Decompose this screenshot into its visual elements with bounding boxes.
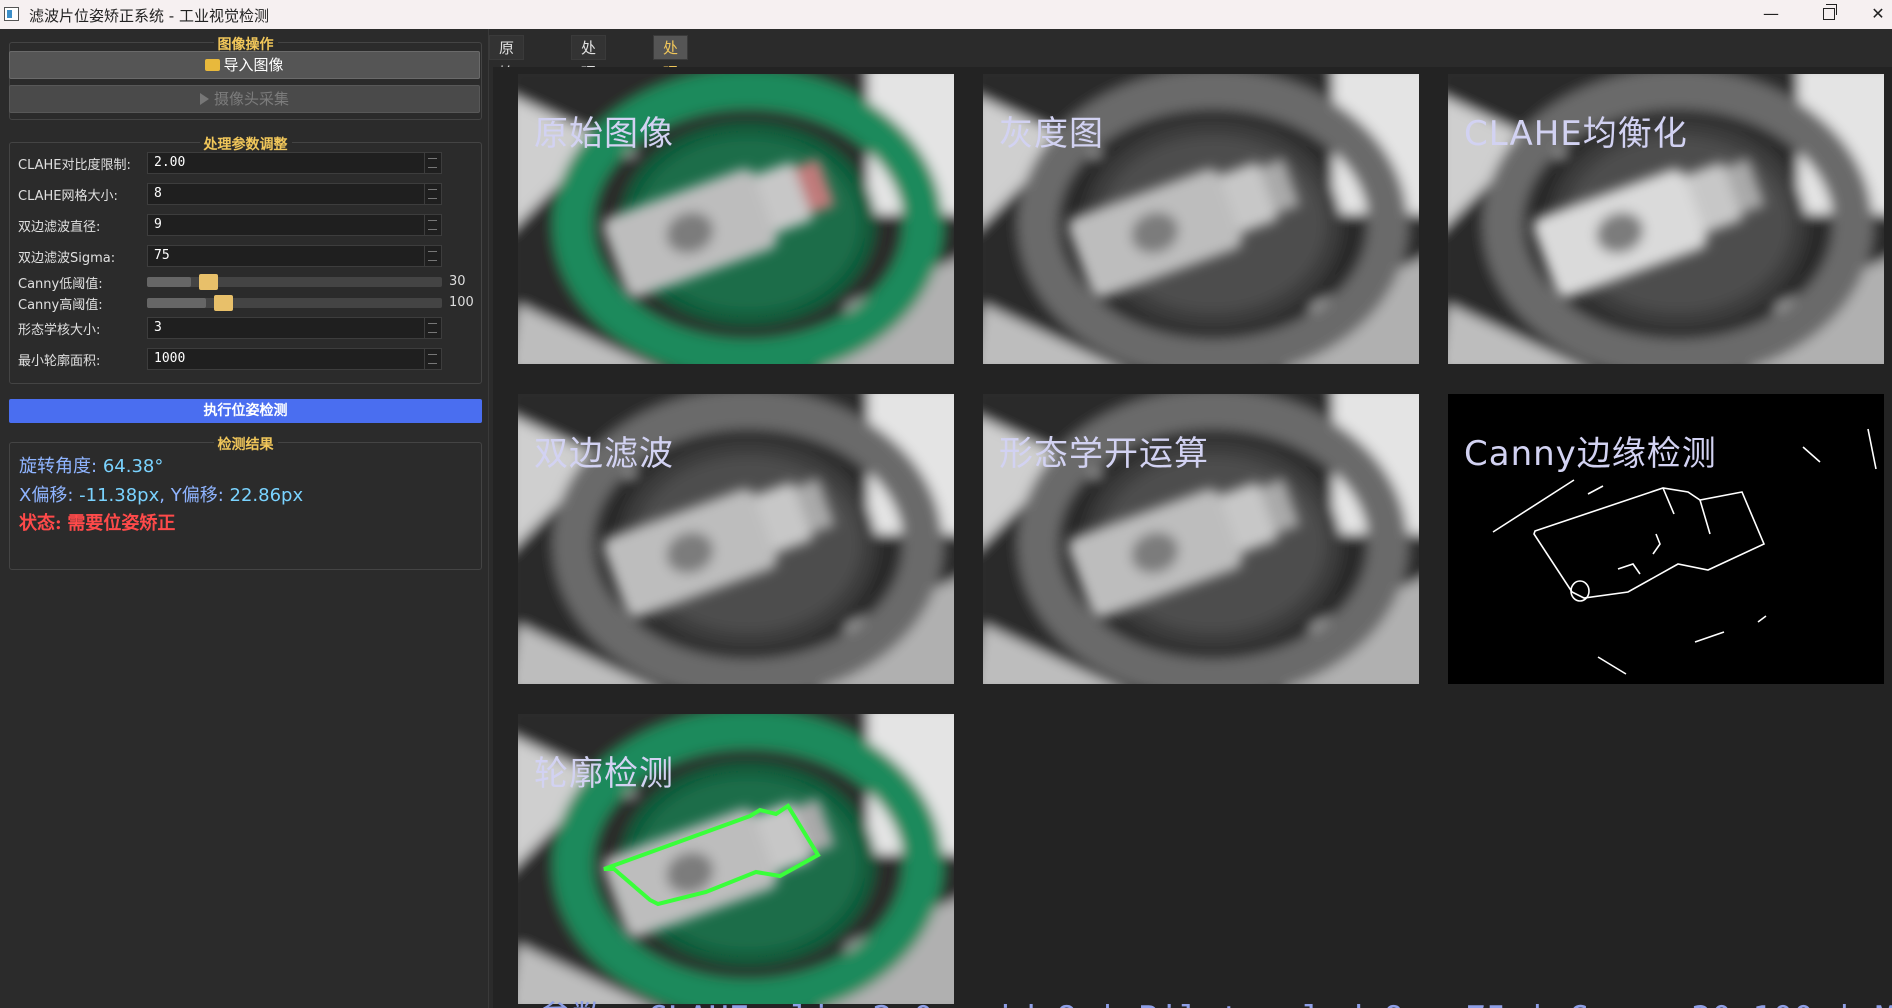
morph-spinbox[interactable]: 3 [147, 317, 442, 339]
x-offset-value: -11.38px [79, 485, 160, 506]
step-label-bilateral: 双边滤波 [534, 434, 674, 474]
x-offset-label: X偏移: [19, 485, 74, 506]
step-label-original: 原始图像 [534, 114, 674, 154]
status-line: 状态: 需要位姿矫正 [19, 509, 175, 535]
minimize-icon: — [1763, 4, 1779, 23]
bilateral-sigma-value: 75 [154, 248, 170, 263]
clahe-clip-spinbox[interactable]: 2.00 [147, 152, 442, 174]
canny-high-handle[interactable] [214, 295, 233, 311]
step-label-clahe: CLAHE均衡化 [1464, 114, 1688, 154]
tab-result[interactable]: 处理结果 [571, 35, 607, 132]
canny-low-label: Canny低阈值: [18, 277, 103, 292]
title-bar: 滤波片位姿矫正系统 - 工业视觉检测 — ✕ [0, 0, 1892, 29]
clahe-clip-value: 2.00 [154, 155, 186, 170]
canny-low-handle[interactable] [199, 274, 219, 290]
spin-arrows-icon[interactable] [424, 246, 441, 266]
params-summary-text: 参数: CLAHE clip=2.0 grid=8 | Bilateral d=… [538, 991, 1892, 1008]
spin-arrows-icon[interactable] [424, 184, 441, 204]
step-label-gray: 灰度图 [999, 114, 1104, 154]
control-panel: 图像操作 导入图像 摄像头采集 处理参数调整 CLAHE对比度限制: 2.00 … [0, 29, 489, 1008]
camera-capture-button[interactable]: 摄像头采集 [9, 85, 480, 113]
canny-high-slider[interactable] [147, 295, 442, 311]
step-tile-morph: 形态学开运算 [983, 394, 1419, 684]
step-label-contour: 轮廓检测 [534, 754, 674, 794]
spin-arrows-icon[interactable] [424, 349, 441, 369]
morph-value: 3 [154, 320, 162, 335]
tab-steps[interactable]: 处理步骤 [653, 35, 689, 132]
clahe-grid-value: 8 [154, 186, 162, 201]
step-tile-canny: Canny边缘检测 [1448, 394, 1884, 684]
rotation-angle-line: 旋转角度: 64.38° [19, 452, 163, 478]
step-label-canny: Canny边缘检测 [1464, 434, 1717, 474]
clahe-grid-spinbox[interactable]: 8 [147, 183, 442, 205]
canny-low-value: 30 [449, 274, 466, 289]
minimize-button[interactable]: — [1742, 0, 1800, 29]
morph-label: 形态学核大小: [18, 323, 101, 338]
min-area-value: 1000 [154, 351, 186, 366]
status-value: 需要位姿矫正 [67, 513, 176, 534]
clahe-grid-label: CLAHE网格大小: [18, 189, 118, 204]
play-icon [199, 93, 209, 105]
step-tile-gray: 灰度图 [983, 74, 1419, 364]
min-area-spinbox[interactable]: 1000 [147, 348, 442, 370]
clahe-clip-label: CLAHE对比度限制: [18, 158, 131, 173]
y-offset-value: 22.86px [229, 485, 304, 506]
offset-line: X偏移: -11.38px, Y偏移: 22.86px [19, 485, 304, 506]
canny-low-fill [147, 277, 192, 287]
rotation-angle-value: 64.38° [102, 456, 164, 477]
spin-arrows-icon[interactable] [424, 153, 441, 173]
spin-arrows-icon[interactable] [424, 215, 441, 235]
restore-icon [1823, 4, 1837, 20]
close-icon: ✕ [1871, 4, 1885, 23]
canny-high-value: 100 [449, 295, 474, 310]
step-tile-clahe: CLAHE均衡化 [1448, 74, 1884, 364]
canny-high-label: Canny高阈值: [18, 298, 103, 313]
bilateral-d-spinbox[interactable]: 9 [147, 214, 442, 236]
bilateral-d-value: 9 [154, 217, 162, 232]
min-area-label: 最小轮廓面积: [18, 354, 101, 369]
results-title: 检测结果 [213, 437, 278, 453]
close-button[interactable]: ✕ [1858, 0, 1892, 29]
bilateral-sigma-spinbox[interactable]: 75 [147, 245, 442, 267]
import-image-label: 导入图像 [223, 56, 284, 74]
tab-original[interactable]: 原始图像 [489, 35, 525, 132]
steps-view: 原始图像 灰度图 CLAHE均衡化 双边滤波 形态学开运算 Canny边缘检测 … [493, 67, 1892, 1008]
rotation-angle-label: 旋转角度: [19, 456, 98, 477]
step-tile-bilateral: 双边滤波 [518, 394, 954, 684]
bilateral-sigma-label: 双边滤波Sigma: [18, 251, 116, 266]
params-title: 处理参数调整 [199, 137, 292, 153]
execute-detection-button[interactable]: 执行位姿检测 [9, 399, 482, 423]
import-image-button[interactable]: 导入图像 [9, 51, 480, 79]
step-label-morph: 形态学开运算 [999, 434, 1209, 474]
canny-high-fill [147, 298, 206, 308]
app-icon [4, 7, 19, 21]
canny-low-slider[interactable] [147, 274, 442, 290]
spin-arrows-icon[interactable] [424, 318, 441, 338]
display-panel: 原始图像 处理结果 处理步骤 原始图像 灰度图 CLAHE均衡化 双边滤波 形态… [489, 29, 1892, 1008]
maximize-button[interactable] [1800, 0, 1858, 29]
status-label: 状态: [19, 513, 62, 534]
step-tile-contour: 轮廓检测 [518, 714, 954, 1004]
bilateral-d-label: 双边滤波直径: [18, 220, 101, 235]
folder-icon [205, 59, 221, 71]
window-title: 滤波片位姿矫正系统 - 工业视觉检测 [29, 7, 269, 25]
step-tile-original: 原始图像 [518, 74, 954, 364]
camera-capture-label: 摄像头采集 [213, 90, 289, 108]
y-offset-label: Y偏移: [170, 485, 224, 506]
